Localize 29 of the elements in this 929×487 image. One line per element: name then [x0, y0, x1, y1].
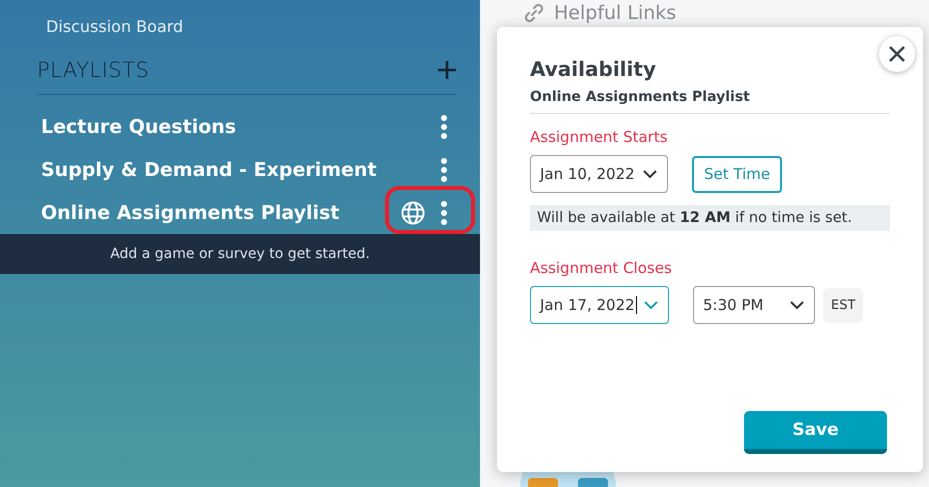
plus-icon[interactable]	[438, 61, 456, 79]
save-button[interactable]: Save	[744, 411, 887, 454]
chevron-icon	[644, 300, 658, 310]
more-icon[interactable]	[441, 114, 447, 138]
close-button[interactable]	[879, 36, 915, 72]
time-select[interactable]: 5:30 PM	[693, 286, 815, 324]
field-label: Assignment Starts	[530, 128, 669, 146]
playlist-item[interactable]: Lecture Questions	[41, 116, 441, 138]
close-icon	[889, 46, 905, 62]
set-time-button[interactable]: Set Time	[692, 156, 782, 192]
date-field[interactable]: Jan 17, 2022	[530, 286, 669, 324]
info-message: Will be available at 12 AM if no time is set.	[530, 205, 890, 231]
timezone-label: EST	[823, 288, 864, 322]
more-icon[interactable]	[441, 158, 447, 182]
field-label: Assignment Closes	[530, 259, 673, 277]
globe-icon[interactable]	[401, 200, 425, 224]
playlist-item[interactable]: Online Assignments Playlist	[41, 202, 401, 224]
link-icon	[524, 3, 544, 23]
nav-link[interactable]: Discussion Board	[46, 17, 184, 36]
more-icon[interactable]	[441, 200, 447, 224]
playlist-item[interactable]: Supply & Demand - Experiment	[41, 158, 441, 180]
date-select[interactable]: Jan 10, 2022	[530, 155, 668, 193]
dialog-title: Availability	[530, 57, 657, 81]
chevron-icon	[790, 300, 804, 310]
empty-message: Add a game or survey to get started.	[110, 246, 370, 262]
section-heading: PLAYLISTS	[37, 58, 150, 82]
chevron-icon	[643, 170, 657, 178]
section-title[interactable]: Helpful Links	[554, 2, 676, 24]
dialog-subtitle: Online Assignments Playlist	[530, 89, 890, 114]
